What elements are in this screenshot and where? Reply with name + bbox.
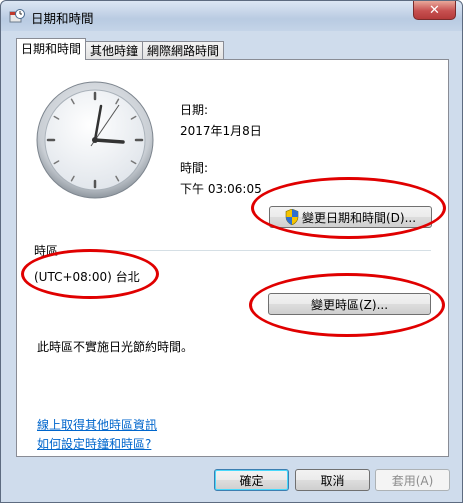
analog-clock: [36, 81, 154, 199]
time-label: 時間:: [180, 161, 209, 175]
title-bar[interactable]: 日期和時間 ✕: [1, 1, 462, 31]
clock-window-icon: [9, 9, 25, 23]
more-timezone-info-link[interactable]: 線上取得其他時區資訊: [37, 416, 157, 433]
change-date-time-button[interactable]: 變更日期和時間(D)...: [269, 206, 432, 228]
tab-strip: 日期和時間 其他時鐘 網際網路時間: [16, 38, 225, 60]
timezone-value: (UTC+08:00) 台北: [34, 270, 140, 284]
time-value: 下午 03:06:05: [180, 182, 262, 196]
date-value: 2017年1月8日: [180, 124, 262, 138]
section-divider: [67, 250, 431, 251]
tab-date-time[interactable]: 日期和時間: [16, 38, 87, 60]
close-button[interactable]: ✕: [413, 1, 456, 20]
cancel-button[interactable]: 取消: [295, 469, 370, 491]
tab-panel: 日期: 2017年1月8日 時間: 下午 03:06:05 變更日期和時間(D)…: [16, 59, 449, 457]
timezone-section-label: 時區: [34, 244, 59, 258]
ok-label: 確定: [239, 473, 264, 488]
date-time-dialog: 日期和時間 ✕ 日期和時間 其他時鐘 網際網路時間 日期: 2017年1月8日 …: [0, 0, 463, 503]
tab-internet-time[interactable]: 網際網路時間: [142, 41, 225, 60]
uac-shield-icon: [285, 209, 299, 225]
cancel-label: 取消: [320, 473, 345, 488]
how-to-set-clock-link[interactable]: 如何設定時鐘和時區?: [37, 435, 151, 452]
change-timezone-label: 變更時區(Z)...: [310, 297, 389, 312]
change-timezone-button[interactable]: 變更時區(Z)...: [268, 293, 431, 315]
tab-additional-clocks[interactable]: 其他時鐘: [85, 41, 144, 60]
ok-button[interactable]: 確定: [214, 469, 289, 491]
apply-button[interactable]: 套用(A): [375, 469, 450, 491]
window-title: 日期和時間: [31, 11, 94, 26]
date-label: 日期:: [180, 103, 209, 117]
close-icon: ✕: [429, 2, 440, 18]
dst-note: 此時區不實施日光節約時間。: [37, 340, 194, 354]
change-date-time-label: 變更日期和時間(D)...: [301, 210, 417, 225]
apply-label: 套用(A): [391, 473, 434, 488]
